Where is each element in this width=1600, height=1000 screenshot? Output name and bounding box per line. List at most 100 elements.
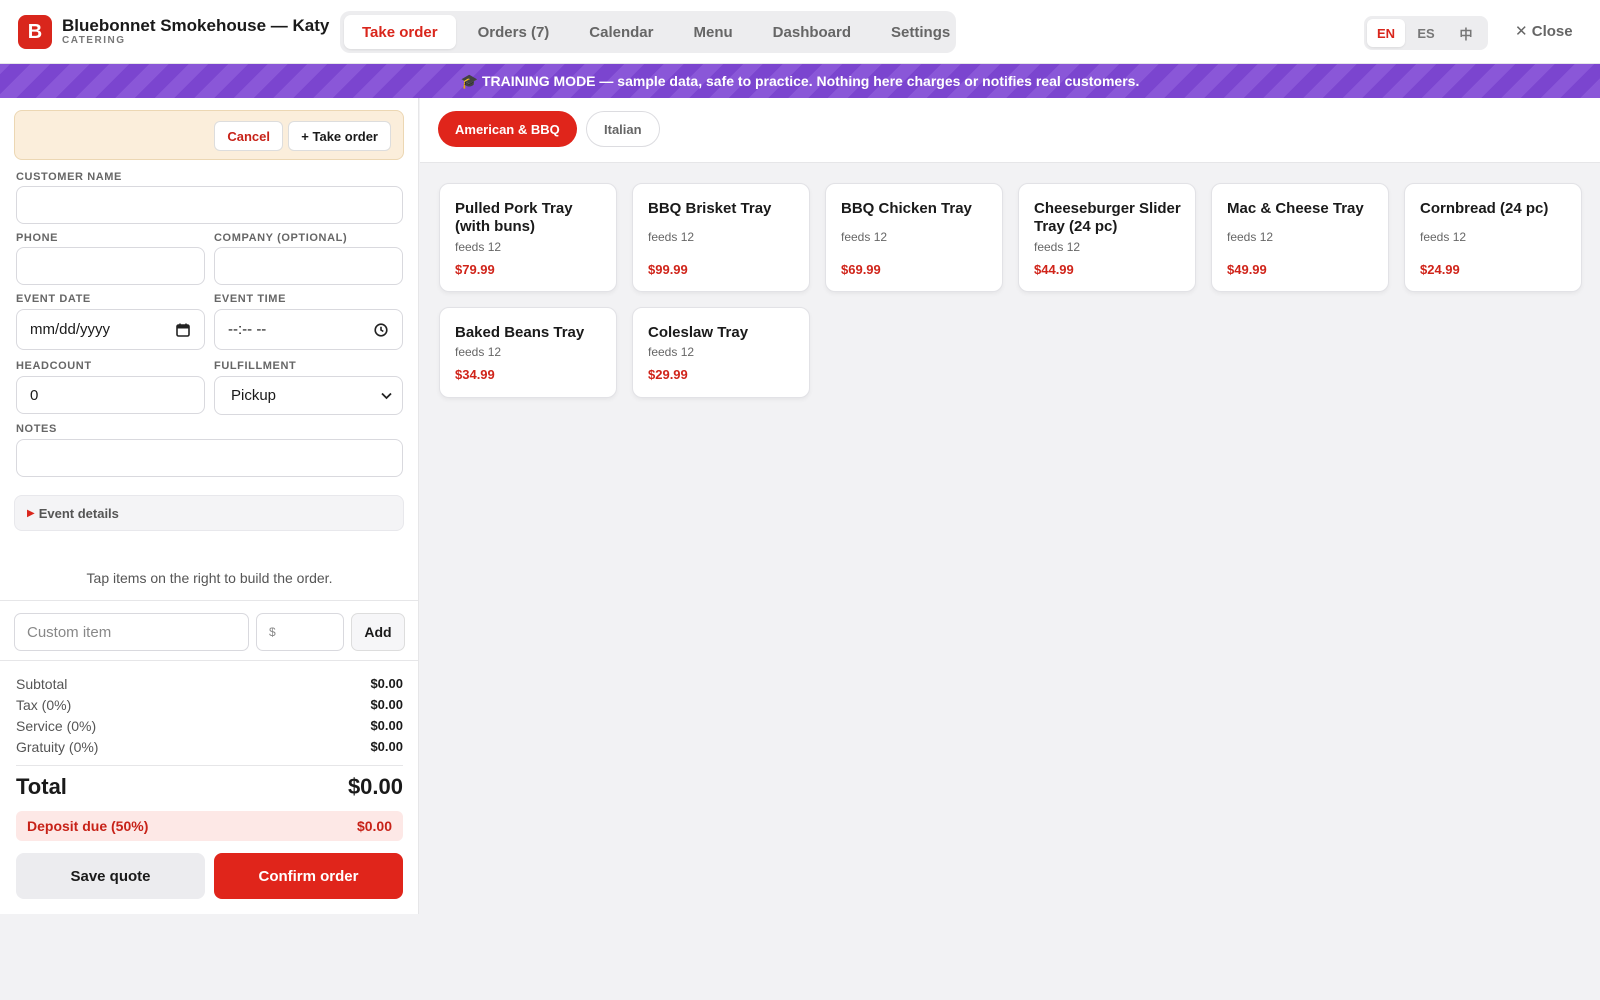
- brand-logo: B: [18, 15, 52, 49]
- divider: [16, 765, 403, 766]
- customer-name-input[interactable]: [16, 186, 403, 224]
- menu-item-card[interactable]: Pulled Pork Tray (with buns) feeds 12 $7…: [439, 183, 617, 292]
- tab-settings[interactable]: Settings: [873, 15, 968, 49]
- menu-item-feeds: feeds 12: [1420, 230, 1467, 244]
- total-label: Total: [16, 774, 67, 799]
- company-label: COMPANY (OPTIONAL): [214, 232, 348, 244]
- notes-input[interactable]: [16, 439, 403, 477]
- menu-item-price: $69.99: [841, 262, 881, 277]
- total-value: $0.00: [347, 774, 403, 799]
- gratuity-value: $0.00: [370, 739, 403, 754]
- menu-item-price: $29.99: [648, 367, 688, 382]
- menu-item-feeds: feeds 12: [648, 230, 695, 244]
- tax-row: Tax (0%) $0.00: [16, 697, 403, 713]
- order-panel: Cancel + Take order CUSTOMER NAME PHONE …: [0, 98, 419, 914]
- menu-item-card[interactable]: Cheeseburger Slider Tray (24 pc) feeds 1…: [1018, 183, 1196, 292]
- menu-item-card[interactable]: Baked Beans Tray feeds 12 $34.99: [439, 307, 617, 398]
- tab-dashboard[interactable]: Dashboard: [755, 15, 869, 49]
- headcount-label: HEADCOUNT: [16, 360, 92, 372]
- lang-zh-button[interactable]: 中: [1447, 19, 1485, 47]
- menu-item-name: Coleslaw Tray: [648, 324, 749, 341]
- deposit-due-bar: Deposit due (50%) $0.00: [16, 811, 403, 841]
- divider: [0, 600, 419, 601]
- lang-en-button[interactable]: EN: [1367, 19, 1405, 47]
- menu-item-name: BBQ Brisket Tray: [648, 200, 772, 217]
- total-row: Total $0.00: [16, 774, 403, 800]
- menu-item-name: BBQ Chicken Tray: [841, 200, 972, 217]
- menu-item-name: Cornbread (24 pc): [1420, 200, 1549, 217]
- order-action-bar: Cancel + Take order: [14, 110, 404, 160]
- calendar-icon[interactable]: [176, 323, 190, 337]
- brand-subtitle: CATERING: [62, 35, 126, 46]
- tab-calendar[interactable]: Calendar: [571, 15, 671, 49]
- menu-item-card[interactable]: Cornbread (24 pc) feeds 12 $24.99: [1404, 183, 1582, 292]
- deposit-label: Deposit due (50%): [27, 818, 149, 834]
- clock-icon[interactable]: [374, 322, 388, 337]
- brand-name: Bluebonnet Smokehouse — Katy: [62, 16, 330, 35]
- tab-menu[interactable]: Menu: [676, 15, 751, 49]
- menu-item-feeds: feeds 12: [841, 230, 888, 244]
- divider: [0, 660, 419, 661]
- fulfillment-label: FULFILLMENT: [214, 360, 297, 372]
- save-quote-button[interactable]: Save quote: [16, 853, 205, 899]
- menu-item-price: $99.99: [648, 262, 688, 277]
- subtotal-label: Subtotal: [16, 676, 68, 692]
- training-mode-banner: 🎓 TRAINING MODE — sample data, safe to p…: [0, 64, 1600, 98]
- menu-item-name: Pulled Pork Tray (with buns): [455, 200, 573, 235]
- take-order-button[interactable]: + Take order: [288, 121, 391, 151]
- empty-order-hint: Tap items on the right to build the orde…: [86, 570, 333, 586]
- menu-item-feeds: feeds 12: [1227, 230, 1274, 244]
- event-date-input[interactable]: mm/dd/yyyy: [16, 309, 205, 350]
- app-header: B Bluebonnet Smokehouse — Katy CATERING …: [0, 0, 1600, 64]
- deposit-value: $0.00: [356, 818, 392, 834]
- lang-es-button[interactable]: ES: [1407, 19, 1445, 47]
- menu-item-card[interactable]: Mac & Cheese Tray feeds 12 $49.99: [1211, 183, 1389, 292]
- event-time-input[interactable]: --:-- --: [214, 309, 403, 350]
- custom-item-input[interactable]: Custom item: [14, 613, 249, 651]
- menu-item-price: $44.99: [1034, 262, 1074, 277]
- add-custom-item-button[interactable]: Add: [351, 613, 405, 651]
- menu-item-price: $79.99: [455, 262, 495, 277]
- menu-item-feeds: feeds 12: [1034, 240, 1081, 254]
- menu-item-feeds: feeds 12: [455, 345, 502, 359]
- company-input[interactable]: [214, 247, 403, 285]
- caret-right-icon: ▶: [27, 507, 35, 519]
- menu-item-price: $24.99: [1420, 262, 1460, 277]
- menu-item-card[interactable]: Coleslaw Tray feeds 12 $29.99: [632, 307, 810, 398]
- menu-item-name: Cheeseburger Slider Tray (24 pc): [1034, 200, 1181, 235]
- gratuity-row: Gratuity (0%) $0.00: [16, 739, 403, 755]
- phone-input[interactable]: [16, 247, 205, 285]
- customer-name-label: CUSTOMER NAME: [16, 171, 122, 183]
- close-button[interactable]: ✕ Close: [1515, 22, 1573, 40]
- menu-item-card[interactable]: BBQ Chicken Tray feeds 12 $69.99: [825, 183, 1003, 292]
- fulfillment-select[interactable]: Pickup: [214, 376, 403, 415]
- event-details-toggle[interactable]: ▶ Event details: [14, 495, 404, 531]
- tab-take-order[interactable]: Take order: [344, 15, 456, 49]
- menu-item-card[interactable]: BBQ Brisket Tray feeds 12 $99.99: [632, 183, 810, 292]
- notes-label: NOTES: [16, 423, 57, 435]
- event-date-placeholder: mm/dd/yyyy: [30, 321, 111, 338]
- service-label: Service (0%): [16, 718, 97, 734]
- menu-item-feeds: feeds 12: [648, 345, 695, 359]
- subtotal-row: Subtotal $0.00: [16, 676, 403, 692]
- phone-label: PHONE: [16, 232, 59, 244]
- tab-orders[interactable]: Orders (7): [460, 15, 568, 49]
- custom-price-input[interactable]: $: [256, 613, 344, 651]
- menu-item-price: $49.99: [1227, 262, 1267, 277]
- service-row: Service (0%) $0.00: [16, 718, 403, 734]
- event-date-label: EVENT DATE: [16, 293, 91, 305]
- subtotal-value: $0.00: [370, 676, 403, 691]
- headcount-input[interactable]: 0: [16, 376, 205, 414]
- confirm-order-button[interactable]: Confirm order: [214, 853, 403, 899]
- fulfillment-value: Pickup: [231, 387, 277, 404]
- category-american-bbq[interactable]: American & BBQ: [438, 111, 577, 147]
- menu-item-feeds: feeds 12: [455, 240, 502, 254]
- tax-value: $0.00: [370, 697, 403, 712]
- cancel-button[interactable]: Cancel: [214, 121, 283, 151]
- event-details-label: Event details: [38, 505, 119, 521]
- event-time-placeholder: --:-- --: [228, 321, 267, 338]
- category-italian[interactable]: Italian: [586, 111, 660, 147]
- menu-item-name: Mac & Cheese Tray: [1227, 200, 1364, 217]
- category-bar: American & BBQ Italian: [420, 98, 1600, 163]
- gratuity-label: Gratuity (0%): [16, 739, 99, 755]
